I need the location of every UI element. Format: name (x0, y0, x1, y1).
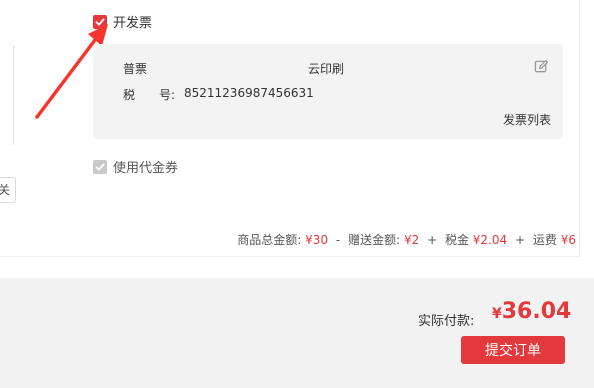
voucher-checkbox-toggle[interactable]: 使用代金券 (93, 157, 178, 176)
tax-number-label: 税 号: (123, 88, 176, 102)
invoice-type: 普票 (123, 62, 148, 76)
left-edge-button[interactable]: 关 (0, 177, 16, 203)
checkout-footer: 实际付款: ¥36.04 提交订单 (0, 278, 594, 388)
edit-icon[interactable] (534, 59, 549, 74)
minus-operator: - (335, 233, 341, 247)
goods-total-amount: ¥30 (305, 233, 329, 247)
gift-amount-label: 赠送金额: (348, 233, 401, 247)
tax-fee-amount: ¥2.04 (472, 233, 508, 247)
submit-order-button[interactable]: 提交订单 (461, 336, 565, 364)
payment-label: 实际付款: (418, 314, 475, 329)
invoice-company-name: 云印刷 (308, 62, 345, 76)
tax-fee-label: 税金 (444, 233, 469, 247)
panel-right-border (579, 0, 580, 257)
shipping-fee-amount: ¥6 (560, 233, 576, 247)
left-divider (13, 45, 14, 145)
payment-amount-value: 36.04 (501, 299, 572, 324)
panel-bottom-border (0, 256, 580, 257)
payment-amount: ¥36.04 (492, 299, 571, 324)
tax-number-value: 85211236987456631 (184, 86, 314, 100)
gift-amount-value: ¥2 (403, 233, 420, 247)
plus-operator: + (427, 233, 438, 247)
goods-total-label: 商品总金额: (237, 233, 302, 247)
invoice-list-link[interactable]: 发票列表 (503, 111, 551, 128)
order-summary-line: 商品总金额: ¥30 - 赠送金额: ¥2 + 税金 ¥2.04 + 运费 ¥6 (237, 231, 576, 248)
checkbox-disabled-icon[interactable] (93, 159, 107, 174)
voucher-toggle-label: 使用代金券 (113, 161, 179, 176)
invoice-info-card: 普票 云印刷 税 号: 85211236987456631 发票列表 (93, 44, 563, 139)
plus-operator: + (514, 233, 526, 247)
shipping-fee-label: 运费 (532, 233, 557, 247)
currency-symbol: ¥ (492, 306, 502, 322)
